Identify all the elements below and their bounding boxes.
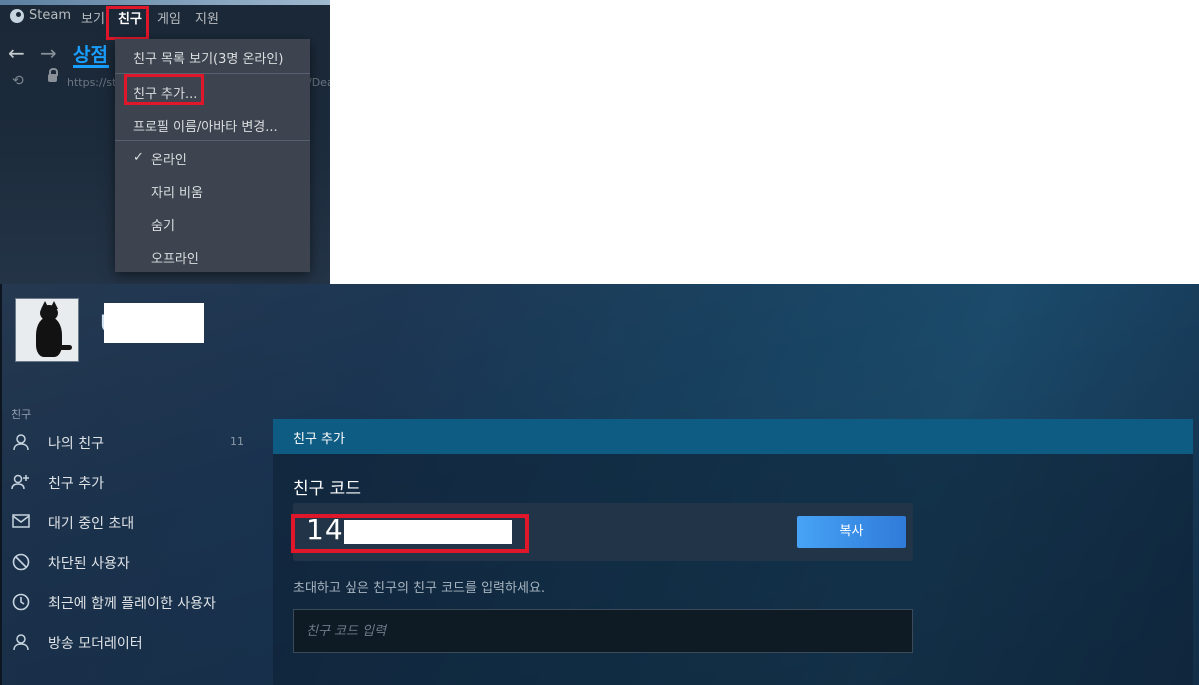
person-icon <box>11 433 31 451</box>
avatar-cat-ear <box>50 301 58 309</box>
sidebar-item-label: 방송 모더레이터 <box>48 636 143 652</box>
sidebar-item-blocked-users[interactable]: 차단된 사용자 <box>0 542 260 582</box>
friend-code-title: 친구 코드 <box>293 479 361 499</box>
steam-friends-page: U 친구 나의 친구 11 친구 추가 대기 중인 초대 차단된 사용자 최근에… <box>0 284 1199 685</box>
menu-item-away[interactable]: 자리 비움 <box>151 182 203 201</box>
steam-logo-icon <box>10 8 24 23</box>
arrow-left-icon[interactable]: ← <box>8 41 25 65</box>
hint-text: 초대하고 싶은 친구의 친구 코드를 입력하세요. <box>293 581 546 596</box>
tab-store-underline <box>73 65 109 68</box>
sidebar-item-my-friends[interactable]: 나의 친구 <box>0 422 260 462</box>
sidebar-item-pending-invites[interactable]: 대기 중인 초대 <box>0 502 260 542</box>
blocked-icon <box>11 553 31 571</box>
checkmark-icon: ✓ <box>133 150 144 165</box>
highlight-box-add-friend <box>124 74 204 105</box>
avatar-cat-body <box>36 317 62 357</box>
sidebar-item-add-friend[interactable]: 친구 추가 <box>0 462 260 502</box>
copy-button[interactable]: 복사 <box>797 516 906 548</box>
sidebar-item-label: 최근에 함께 플레이한 사용자 <box>48 596 216 612</box>
menu-item-online[interactable]: 온라인 <box>151 149 187 168</box>
panel-header <box>273 419 1193 454</box>
sidebar-item-label: 차단된 사용자 <box>48 556 130 572</box>
menu-games[interactable]: 게임 <box>157 8 181 27</box>
menu-item-view-friends-list[interactable]: 친구 목록 보기(3명 온라인) <box>133 48 283 67</box>
username-redaction <box>104 303 204 343</box>
arrow-right-icon[interactable]: → <box>40 41 57 65</box>
sidebar-item-label: 나의 친구 <box>48 436 104 452</box>
menu-divider <box>115 140 310 141</box>
menu-item-offline[interactable]: 오프라인 <box>151 248 199 267</box>
avatar-cat-tail <box>58 345 72 350</box>
refresh-icon[interactable]: ⟲ <box>12 73 24 89</box>
menu-item-invisible[interactable]: 숨기 <box>151 215 175 234</box>
envelope-icon <box>11 513 31 531</box>
window-title-strip <box>0 0 330 5</box>
friends-count-badge: 11 <box>230 435 244 448</box>
url-text-end[interactable]: /Dea <box>308 76 330 89</box>
lock-icon <box>48 68 58 82</box>
panel-title: 친구 추가 <box>293 432 345 447</box>
menu-steam[interactable]: Steam <box>10 8 71 23</box>
avatar[interactable] <box>15 298 79 362</box>
sidebar-item-label: 대기 중인 초대 <box>48 516 135 532</box>
highlight-box-friends-menu <box>106 6 149 40</box>
person-add-icon <box>11 473 31 491</box>
steam-window-top: Steam 보기 친구 게임 지원 ← → 상점 ⟲ https://st /D… <box>0 0 330 284</box>
sidebar-header: 친구 <box>11 408 32 421</box>
menu-item-change-profile[interactable]: 프로필 이름/아바타 변경... <box>133 116 278 135</box>
menu-support[interactable]: 지원 <box>195 8 219 27</box>
menu-steam-label: Steam <box>29 8 71 23</box>
menu-view[interactable]: 보기 <box>81 8 105 27</box>
sidebar-item-recently-played[interactable]: 최근에 함께 플레이한 사용자 <box>0 582 260 622</box>
tab-store[interactable]: 상점 <box>73 40 108 67</box>
highlight-box-friend-code <box>291 514 529 553</box>
friend-code-input[interactable] <box>293 609 913 653</box>
person-icon <box>11 633 31 651</box>
clock-icon <box>11 593 31 611</box>
sidebar-item-label: 친구 추가 <box>48 476 104 492</box>
avatar-cat-ear <box>41 301 49 309</box>
url-text-start[interactable]: https://st <box>67 76 116 89</box>
sidebar-item-broadcast-moderators[interactable]: 방송 모더레이터 <box>0 622 260 662</box>
